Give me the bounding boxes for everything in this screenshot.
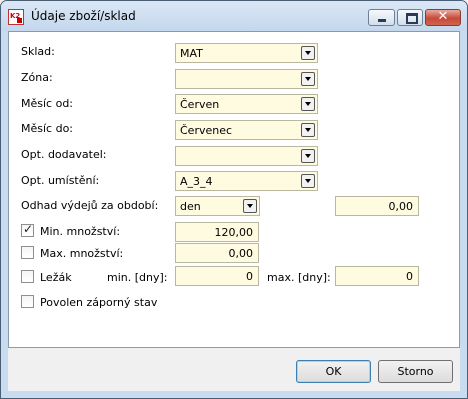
minimize-icon xyxy=(378,19,386,22)
opt-umisteni-combo[interactable]: A_3_4 xyxy=(175,171,318,191)
sklad-label: Sklad: xyxy=(21,45,55,58)
mesic-do-value: Červenec xyxy=(180,124,233,137)
mesic-od-label: Měsíc od: xyxy=(21,97,74,110)
app-icon: K2 xyxy=(8,9,24,25)
min-mnozstvi-label: Min. množství: xyxy=(40,225,121,238)
max-mnozstvi-value: 0,00 xyxy=(228,247,254,260)
opt-dodavatel-combo[interactable] xyxy=(175,146,318,166)
opt-dodavatel-label: Opt. dodavatel: xyxy=(21,148,107,161)
maximize-icon xyxy=(406,13,418,24)
povolen-checkbox[interactable] xyxy=(21,295,34,308)
max-mnozstvi-input[interactable]: 0,00 xyxy=(175,243,259,263)
chevron-down-icon[interactable] xyxy=(301,97,315,111)
minimize-button[interactable] xyxy=(368,9,395,26)
lezak-min-label: min. [dny]: xyxy=(107,271,168,284)
max-mnozstvi-checkbox[interactable] xyxy=(21,246,34,259)
odhad-period-value: den xyxy=(180,200,201,213)
odhad-label: Odhad výdejů za období: xyxy=(21,199,159,212)
chevron-down-icon[interactable] xyxy=(301,72,315,86)
lezak-label: Ležák xyxy=(40,271,72,284)
lezak-checkbox[interactable] xyxy=(21,270,34,283)
chevron-down-icon[interactable] xyxy=(301,46,315,60)
povolen-label: Povolen záporný stav xyxy=(40,296,158,309)
min-mnozstvi-input[interactable]: 120,00 xyxy=(175,222,259,242)
maximize-button[interactable] xyxy=(397,9,423,26)
max-mnozstvi-label: Max. množství: xyxy=(40,247,124,260)
odhad-value: 0,00 xyxy=(388,200,414,213)
lezak-min-input[interactable]: 0 xyxy=(175,266,259,286)
lezak-max-value: 0 xyxy=(406,270,413,283)
odhad-period-combo[interactable]: den xyxy=(175,196,260,216)
dialog-window: K2 Údaje zboží/sklad ✕ Sklad: MAT Zóna: … xyxy=(0,0,468,399)
close-icon: ✕ xyxy=(437,9,449,24)
button-bar: OK Storno xyxy=(8,348,460,391)
lezak-min-value: 0 xyxy=(246,270,253,283)
mesic-od-value: Červen xyxy=(180,98,220,111)
ok-button[interactable]: OK xyxy=(296,360,371,383)
mesic-do-combo[interactable]: Červenec xyxy=(175,120,318,140)
form-panel: Sklad: MAT Zóna: Měsíc od: Červen Měsíc … xyxy=(8,31,460,348)
lezak-max-label: max. [dny]: xyxy=(267,271,331,284)
min-mnozstvi-value: 120,00 xyxy=(214,226,254,239)
close-button[interactable]: ✕ xyxy=(425,9,461,26)
checkmark-icon: ✓ xyxy=(23,222,34,236)
chevron-down-icon[interactable] xyxy=(243,199,257,213)
mesic-od-combo[interactable]: Červen xyxy=(175,94,318,114)
chevron-down-icon[interactable] xyxy=(301,174,315,188)
lezak-max-input[interactable]: 0 xyxy=(335,266,419,286)
storno-button[interactable]: Storno xyxy=(378,360,453,383)
sklad-value: MAT xyxy=(180,47,203,60)
min-mnozstvi-checkbox[interactable]: ✓ xyxy=(21,222,34,237)
chevron-down-icon[interactable] xyxy=(301,149,315,163)
mesic-do-label: Měsíc do: xyxy=(21,122,74,135)
chevron-down-icon[interactable] xyxy=(301,123,315,137)
window-title: Údaje zboží/sklad xyxy=(31,9,136,23)
zona-combo[interactable] xyxy=(175,69,318,89)
title-bar[interactable]: K2 Údaje zboží/sklad ✕ xyxy=(1,1,467,31)
sklad-combo[interactable]: MAT xyxy=(175,43,318,63)
zona-label: Zóna: xyxy=(21,71,53,84)
opt-umisteni-label: Opt. umístění: xyxy=(21,174,100,187)
odhad-value-input[interactable]: 0,00 xyxy=(335,196,419,216)
opt-umisteni-value: A_3_4 xyxy=(180,175,213,188)
